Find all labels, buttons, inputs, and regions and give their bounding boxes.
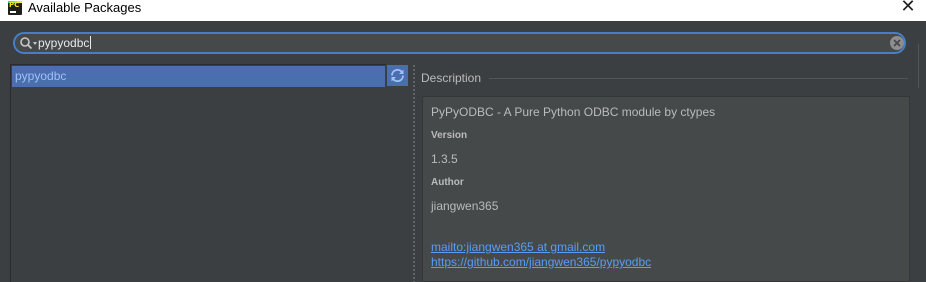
description-header: Description [421, 71, 482, 85]
window-title: Available Packages [28, 0, 142, 15]
package-name: pypyodbc [15, 69, 67, 83]
search-input-value: pypyodbc [38, 36, 90, 50]
package-list[interactable]: pypyodbc [10, 64, 386, 282]
window-edge [918, 44, 926, 88]
pycharm-app-icon: PC [8, 1, 22, 15]
refresh-icon [391, 68, 404, 83]
package-summary: PyPyODBC - A Pure Python ODBC module by … [431, 105, 716, 119]
version-value: 1.3.5 [431, 152, 458, 166]
search-icon[interactable] [19, 36, 39, 52]
author-value: jiangwen365 [431, 199, 499, 213]
window-title-bar: PC Available Packages ✕ [0, 0, 926, 21]
panel-splitter-handle[interactable] [412, 64, 416, 282]
close-window-button[interactable]: ✕ [896, 0, 920, 18]
clear-icon[interactable] [889, 35, 905, 51]
homepage-link[interactable]: https://github.com/jiangwen365/pypyodbc [431, 255, 651, 269]
package-list-item[interactable]: pypyodbc [12, 66, 385, 87]
text-caret [90, 36, 92, 49]
refresh-button[interactable] [387, 65, 408, 86]
description-divider [489, 78, 908, 79]
author-label: Author [431, 177, 464, 188]
search-input[interactable]: pypyodbc [38, 36, 92, 51]
search-field[interactable]: pypyodbc [13, 32, 906, 54]
version-label: Version [431, 130, 468, 141]
list-toolbar [386, 64, 409, 282]
author-email-link[interactable]: mailto:jiangwen365 at gmail.com [431, 240, 605, 254]
